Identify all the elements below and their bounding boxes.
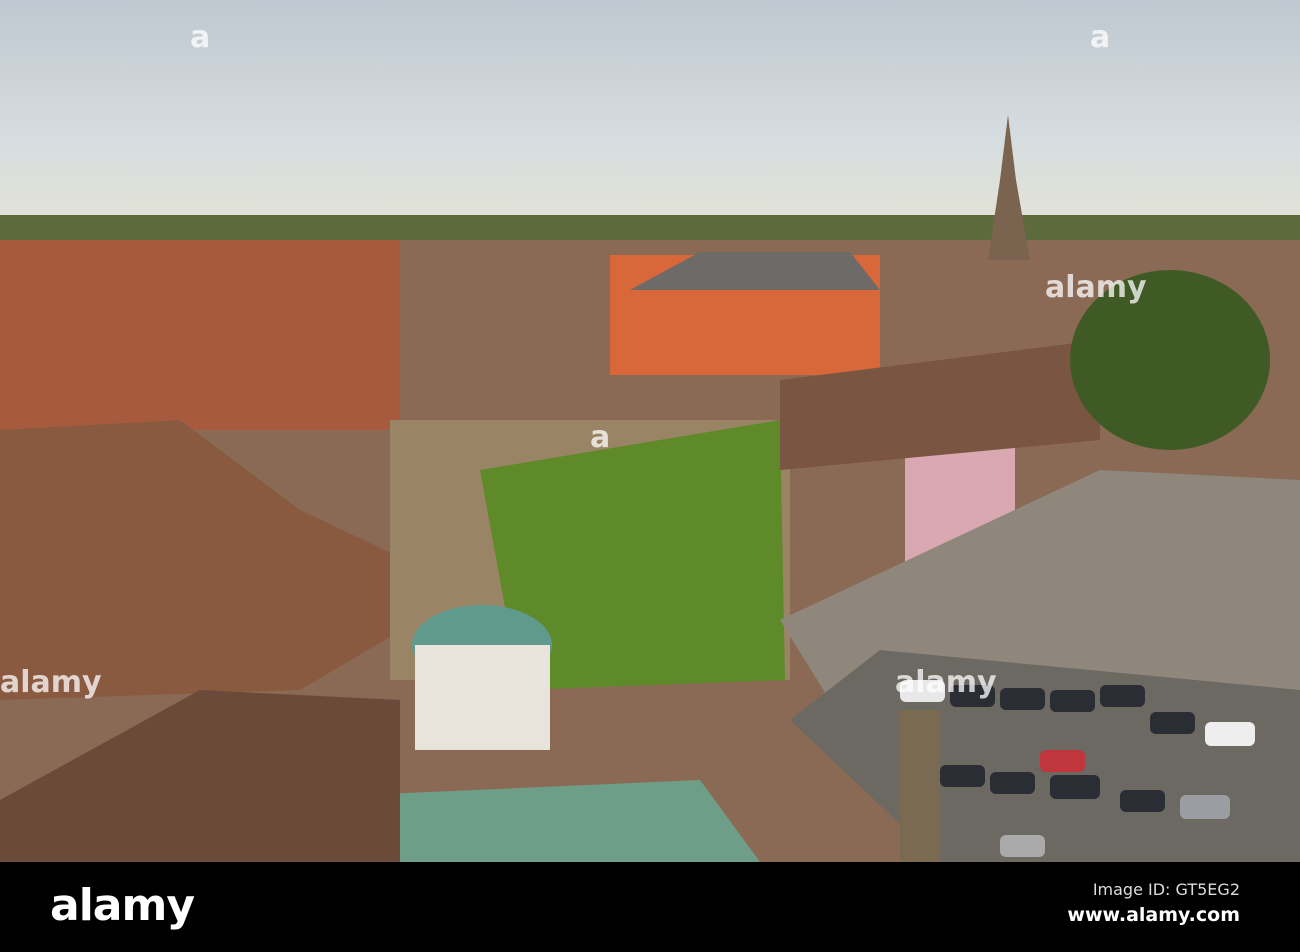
watermark-text: alamy: [0, 665, 102, 700]
watermark-mark: a: [190, 20, 211, 55]
alamy-logo: alamy: [50, 880, 195, 931]
town-photo: [0, 0, 1300, 862]
watermark-text: alamy: [895, 665, 997, 700]
image-id: Image ID: GT5EG2: [1092, 880, 1240, 899]
watermark-mark: a: [590, 420, 611, 455]
site-url: www.alamy.com: [1067, 904, 1240, 926]
white-turret: [415, 645, 550, 750]
watermark-text: alamy: [1045, 270, 1147, 305]
footer-bar: alamy Image ID: GT5EG2 www.alamy.com: [0, 862, 1300, 952]
left-brick-buildings: [0, 240, 400, 430]
watermark-mark: a: [1090, 20, 1111, 55]
stone-finial: [900, 710, 940, 862]
